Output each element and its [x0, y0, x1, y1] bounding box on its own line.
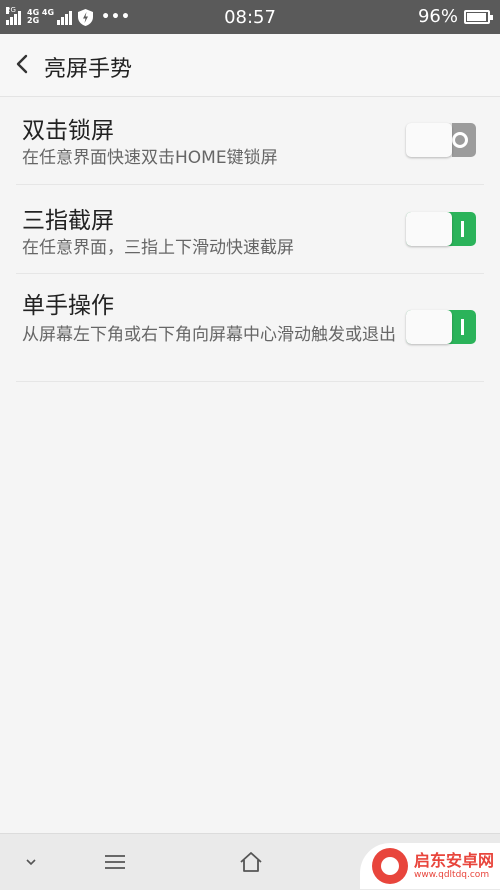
toggle-switch-on[interactable] — [406, 310, 476, 344]
setting-title: 单手操作 — [22, 293, 114, 319]
status-bar: 2G 4G 4G 2G ••• 08:57 96% — [0, 0, 500, 34]
setting-row-one-hand-mode[interactable]: 单手操作 从屏幕左下角或右下角向屏幕中心滑动触发或退出 — [16, 274, 484, 382]
menu-icon[interactable] — [100, 848, 130, 876]
watermark: 启东安卓网 www.qdltdq.com — [360, 843, 500, 889]
toggle-switch-on[interactable] — [406, 212, 476, 246]
watermark-url: www.qdltdq.com — [414, 869, 490, 880]
watermark-logo-icon — [372, 848, 408, 884]
chevron-down-icon[interactable] — [16, 848, 46, 876]
battery-icon — [464, 9, 493, 24]
page-title: 亮屏手势 — [44, 57, 133, 82]
setting-subtitle: 在任意界面快速双击HOME键锁屏 — [22, 148, 278, 168]
toggle-off-icon — [452, 132, 468, 148]
settings-list: 双击锁屏 在任意界面快速双击HOME键锁屏 三指截屏 在任意界面，三指上下滑动快… — [16, 97, 484, 382]
toggle-on-icon — [461, 221, 464, 237]
battery-percent: 96% — [417, 6, 458, 27]
setting-row-double-tap-lock[interactable]: 双击锁屏 在任意界面快速双击HOME键锁屏 — [16, 97, 484, 185]
setting-title: 双击锁屏 — [22, 118, 114, 144]
setting-subtitle: 在任意界面，三指上下滑动快速截屏 — [22, 238, 294, 258]
battery-level — [467, 12, 486, 21]
toggle-switch-off[interactable] — [406, 123, 476, 157]
watermark-name: 启东安卓网 — [414, 850, 495, 870]
app-header: 亮屏手势 — [0, 34, 500, 97]
chevron-left-icon[interactable] — [10, 51, 36, 77]
home-icon[interactable] — [236, 848, 266, 876]
setting-subtitle: 从屏幕左下角或右下角向屏幕中心滑动触发或退出 — [22, 325, 396, 345]
setting-title: 三指截屏 — [22, 208, 114, 234]
setting-row-three-finger-screenshot[interactable]: 三指截屏 在任意界面，三指上下滑动快速截屏 — [16, 185, 484, 274]
toggle-on-icon — [461, 319, 464, 335]
